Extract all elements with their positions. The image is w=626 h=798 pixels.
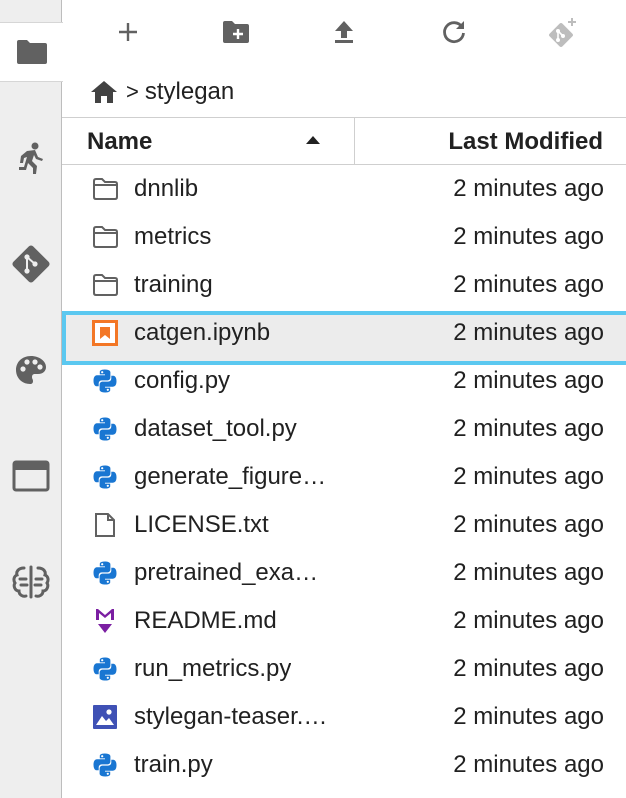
extension-manager-tab[interactable]: [0, 552, 62, 612]
file-name: run_metrics.py: [134, 655, 292, 682]
breadcrumb-current-folder[interactable]: stylegan: [145, 78, 234, 106]
property-inspector-tab[interactable]: [0, 340, 62, 400]
text-file-icon: [92, 512, 118, 538]
file-row[interactable]: pretrained_exa… 2 minutes ago: [62, 549, 626, 597]
file-row[interactable]: metrics 2 minutes ago: [62, 213, 626, 261]
file-name: dataset_tool.py: [134, 415, 297, 442]
refresh-icon: [443, 21, 465, 44]
plus-icon: [119, 23, 137, 41]
file-row[interactable]: training 2 minutes ago: [62, 261, 626, 309]
git-clone-icon: [549, 18, 576, 47]
refresh-button[interactable]: [434, 12, 474, 52]
image-icon: [92, 704, 118, 730]
python-icon: [92, 656, 118, 682]
running-icon: [19, 142, 43, 174]
file-last-modified: 2 minutes ago: [453, 511, 604, 538]
name-column-label: Name: [87, 128, 153, 155]
git-icon: [12, 245, 50, 283]
file-name: training: [134, 271, 213, 298]
file-row[interactable]: config.py 2 minutes ago: [62, 357, 626, 405]
new-launcher-button[interactable]: [108, 12, 148, 52]
file-row[interactable]: dnnlib 2 minutes ago: [62, 165, 626, 213]
tabs-icon: [12, 460, 50, 492]
file-last-modified: 2 minutes ago: [453, 703, 604, 730]
notebook-icon: [92, 320, 118, 346]
file-last-modified: 2 minutes ago: [453, 175, 604, 202]
file-last-modified: 2 minutes ago: [453, 463, 604, 490]
python-icon: [92, 560, 118, 586]
file-row[interactable]: dataset_tool.py 2 minutes ago: [62, 405, 626, 453]
tabs-tab[interactable]: [0, 446, 62, 506]
file-name: train.py: [134, 751, 213, 778]
file-name: README.md: [134, 607, 277, 634]
breadcrumb-separator: >: [126, 79, 139, 104]
new-folder-button[interactable]: [216, 12, 256, 52]
python-icon: [92, 464, 118, 490]
file-last-modified: 2 minutes ago: [453, 367, 604, 394]
markdown-icon: [92, 608, 118, 634]
folder-icon: [92, 224, 118, 250]
home-icon[interactable]: [90, 79, 118, 105]
file-last-modified: 2 minutes ago: [453, 607, 604, 634]
file-last-modified: 2 minutes ago: [453, 751, 604, 778]
folder-icon: [92, 272, 118, 298]
file-listing: Name Last Modified dnnlib 2 minutes ago me…: [62, 117, 626, 798]
file-name: generate_figure…: [134, 463, 327, 490]
file-last-modified: 2 minutes ago: [453, 415, 604, 442]
python-icon: [92, 368, 118, 394]
file-name: metrics: [134, 223, 212, 250]
file-browser-toolbar: [62, 0, 626, 64]
running-tab[interactable]: [0, 128, 62, 188]
sort-ascending-icon: [306, 136, 320, 144]
file-last-modified: 2 minutes ago: [453, 655, 604, 682]
file-last-modified: 2 minutes ago: [453, 319, 604, 346]
breadcrumb: > stylegan: [90, 72, 234, 112]
activity-bar: [0, 0, 63, 798]
file-row[interactable]: catgen.ipynb 2 minutes ago: [62, 309, 626, 365]
last-modified-column-label: Last Modified: [448, 128, 603, 155]
file-row[interactable]: LICENSE.txt 2 minutes ago: [62, 501, 626, 549]
file-browser-tab[interactable]: [0, 22, 63, 82]
file-last-modified: 2 minutes ago: [453, 271, 604, 298]
last-modified-column-header[interactable]: Last Modified: [356, 118, 626, 164]
file-row[interactable]: stylegan-teaser.… 2 minutes ago: [62, 693, 626, 741]
file-row[interactable]: README.md 2 minutes ago: [62, 597, 626, 645]
upload-icon: [335, 21, 353, 43]
folder-icon: [92, 176, 118, 202]
file-last-modified: 2 minutes ago: [453, 223, 604, 250]
file-row[interactable]: train.py 2 minutes ago: [62, 741, 626, 789]
file-last-modified: 2 minutes ago: [453, 559, 604, 586]
git-clone-button[interactable]: [542, 12, 582, 52]
name-column-header[interactable]: Name: [62, 118, 355, 164]
file-rows: dnnlib 2 minutes ago metrics 2 minutes ago t…: [62, 165, 626, 789]
folder-icon: [16, 40, 47, 64]
file-name: catgen.ipynb: [134, 319, 271, 346]
file-name: pretrained_exa…: [134, 559, 319, 586]
new-folder-icon: [223, 21, 249, 43]
file-row[interactable]: generate_figure… 2 minutes ago: [62, 453, 626, 501]
git-tab[interactable]: [0, 234, 62, 294]
file-name: LICENSE.txt: [134, 511, 269, 538]
listing-header: Name Last Modified: [62, 117, 626, 165]
upload-button[interactable]: [324, 12, 364, 52]
palette-icon: [16, 356, 46, 384]
python-icon: [92, 752, 118, 778]
file-name: config.py: [134, 367, 231, 394]
file-name: stylegan-teaser.…: [134, 703, 328, 730]
python-icon: [92, 416, 118, 442]
extension-icon: [12, 565, 50, 599]
file-name: dnnlib: [134, 175, 199, 202]
file-row[interactable]: run_metrics.py 2 minutes ago: [62, 645, 626, 693]
